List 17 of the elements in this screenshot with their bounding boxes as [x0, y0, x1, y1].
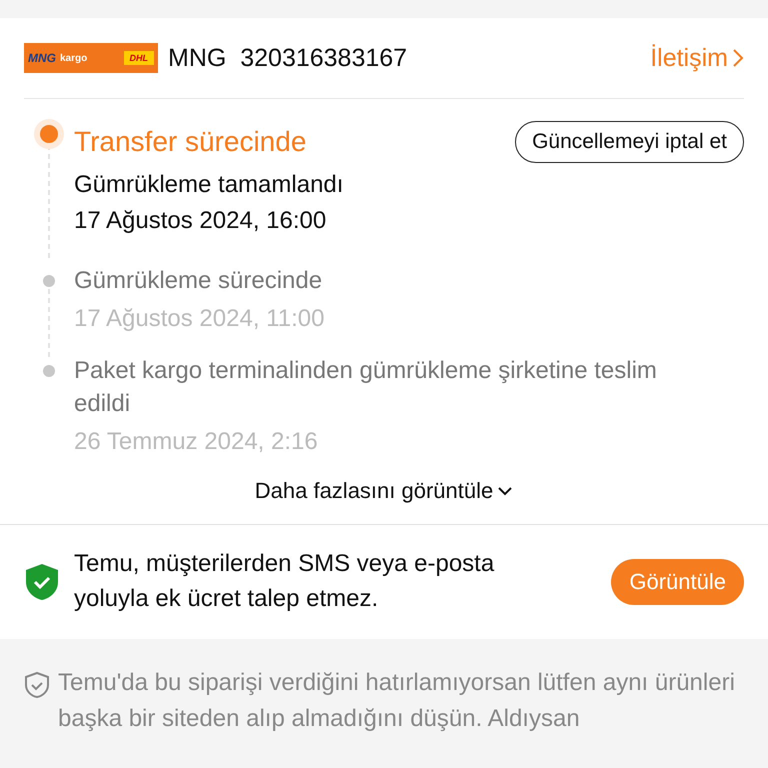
- cancel-update-button[interactable]: Güncellemeyi iptal et: [515, 121, 744, 163]
- chevron-right-icon: [732, 48, 744, 68]
- chevron-down-icon: [497, 486, 514, 496]
- event-time: 26 Temmuz 2024, 2:16: [74, 428, 319, 456]
- show-more-link[interactable]: Daha fazlasını görüntüle: [254, 478, 514, 524]
- event-time: 17 Ağustos 2024, 11:00: [74, 305, 326, 334]
- notice-text: Temu, müşterilerden SMS veya e-posta yoluyla ek ücret talep etmez.: [74, 549, 496, 614]
- shield-check-icon: [24, 562, 60, 602]
- carrier-logo: MNG kargo DHL: [24, 43, 158, 73]
- warning-paragraph: Temu'da bu siparişi verdiğini hatırlamıyorsan lütfen aynı ürünleri başka bir siteden alıp almadığını düşün. Aldıysan: [58, 668, 736, 734]
- event-title: Paket kargo terminalinden gümrükleme şirketine teslim edildi: [74, 356, 658, 419]
- shield-check-icon: [24, 670, 50, 699]
- tracking-number: MNG 320316383167: [168, 44, 408, 72]
- event-title: Transfer sürecinde: [74, 125, 306, 160]
- event-detail: Gümrükleme tamamlandı: [74, 171, 344, 199]
- event-title: Gümrükleme sürecinde: [74, 266, 322, 296]
- event-time: 17 Ağustos 2024, 16:00: [74, 207, 328, 235]
